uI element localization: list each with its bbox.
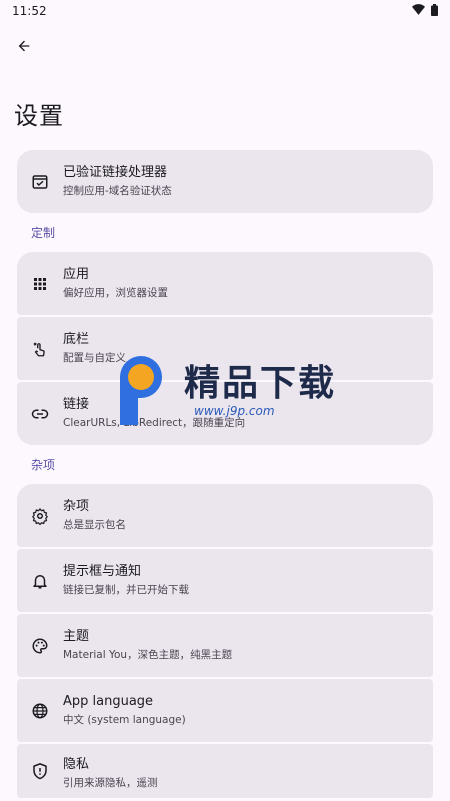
item-title: App language bbox=[63, 694, 154, 709]
back-button[interactable] bbox=[12, 34, 36, 58]
status-bar: 11:52 bbox=[0, 0, 450, 22]
page-title: 设置 bbox=[14, 102, 64, 130]
item-subtitle: Material You，深色主题，纯黑主题 bbox=[63, 649, 233, 661]
item-subtitle: 总是显示包名 bbox=[63, 519, 126, 531]
item-title: 链接 bbox=[63, 397, 90, 412]
wifi-icon bbox=[412, 4, 425, 18]
item-title: 应用 bbox=[63, 267, 90, 282]
group-verified: 已验证链接处理器 控制应用-域名验证状态 bbox=[17, 150, 433, 213]
gear-icon bbox=[31, 507, 49, 525]
item-subtitle: 偏好应用，浏览器设置 bbox=[63, 287, 168, 299]
item-title: 已验证链接处理器 bbox=[63, 165, 168, 180]
item-title: 隐私 bbox=[63, 757, 90, 772]
settings-item-language[interactable]: App language 中文 (system language) bbox=[17, 679, 433, 742]
group-misc: 杂项 总是显示包名 提示框与通知 链接已复制，并已开始下载 主题 Materia… bbox=[17, 484, 433, 798]
palette-icon bbox=[31, 637, 49, 655]
item-subtitle: 链接已复制，并已开始下载 bbox=[63, 584, 189, 596]
link-icon bbox=[31, 405, 49, 423]
settings-item-notifications[interactable]: 提示框与通知 链接已复制，并已开始下载 bbox=[17, 549, 433, 612]
group-customize: 应用 偏好应用，浏览器设置 底栏 配置与自定义 链接 ClearURLs, Li… bbox=[17, 252, 433, 445]
settings-item-links[interactable]: 链接 ClearURLs, LibRedirect，跟随重定向 bbox=[17, 382, 433, 445]
item-subtitle: 控制应用-域名验证状态 bbox=[63, 185, 172, 197]
item-title: 主题 bbox=[63, 629, 90, 644]
section-header-misc: 杂项 bbox=[31, 458, 56, 472]
item-title: 提示框与通知 bbox=[63, 564, 142, 579]
item-subtitle: ClearURLs, LibRedirect，跟随重定向 bbox=[63, 417, 246, 429]
item-title: 杂项 bbox=[63, 499, 90, 514]
status-time: 11:52 bbox=[12, 4, 47, 18]
touch-gesture-icon bbox=[31, 340, 49, 358]
shield-icon bbox=[31, 762, 49, 780]
item-subtitle: 引用来源隐私，遥测 bbox=[63, 777, 158, 789]
bell-icon bbox=[31, 572, 49, 590]
globe-icon bbox=[31, 702, 49, 720]
settings-item-verified-links[interactable]: 已验证链接处理器 控制应用-域名验证状态 bbox=[17, 150, 433, 213]
item-subtitle: 配置与自定义 bbox=[63, 352, 126, 364]
apps-grid-icon bbox=[31, 275, 49, 293]
arrow-back-icon bbox=[18, 40, 30, 52]
verified-link-icon bbox=[31, 173, 49, 191]
settings-item-apps[interactable]: 应用 偏好应用，浏览器设置 bbox=[17, 252, 433, 315]
item-title: 底栏 bbox=[63, 332, 90, 347]
settings-item-misc[interactable]: 杂项 总是显示包名 bbox=[17, 484, 433, 547]
item-subtitle: 中文 (system language) bbox=[63, 714, 186, 726]
settings-item-theme[interactable]: 主题 Material You，深色主题，纯黑主题 bbox=[17, 614, 433, 677]
settings-item-privacy[interactable]: 隐私 引用来源隐私，遥测 bbox=[17, 744, 433, 798]
top-app-bar bbox=[0, 22, 450, 70]
settings-item-bottom-bar[interactable]: 底栏 配置与自定义 bbox=[17, 317, 433, 380]
battery-icon bbox=[431, 3, 438, 19]
status-icons bbox=[412, 3, 438, 19]
section-header-customize: 定制 bbox=[31, 226, 56, 240]
